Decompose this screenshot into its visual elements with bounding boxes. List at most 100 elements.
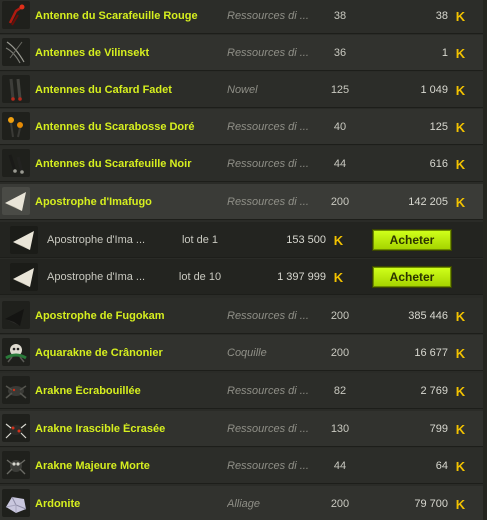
buy-button[interactable]: Acheter [373,267,451,287]
item-name[interactable]: Ardonite [35,498,225,510]
item-row[interactable]: Antennes du Cafard Fadet Nowel 125 1 049… [0,72,487,108]
item-level: 44 [333,460,347,472]
kama-icon: K [455,8,466,24]
item-category: Ressources di ... [227,10,309,22]
item-row[interactable]: Aquarakne de Crânonier Coquille 200 16 6… [0,335,487,371]
kama-icon: K [455,421,466,437]
item-price: 1 049 [420,84,448,96]
kama-icon: K [333,269,344,285]
kama-icon: K [455,308,466,324]
item-category: Alliage [227,498,261,510]
offer-price: 153 500 [286,234,326,246]
item-category: Ressources di ... [227,196,309,208]
item-price: 142 205 [408,196,448,208]
item-name[interactable]: Arakne Écrabouillée [35,385,225,397]
golden-antennae-icon [2,112,30,140]
item-name[interactable]: Arakne Majeure Morte [35,460,225,472]
item-row[interactable]: Apostrophe de Fugokam Ressources di ... … [0,298,487,334]
item-category: Ressources di ... [227,423,309,435]
skull-spider-icon [2,338,30,366]
kama-icon: K [455,383,466,399]
item-name[interactable]: Antenne du Scarafeuille Rouge [35,10,225,22]
red-antenna-icon [2,1,30,29]
item-level: 125 [330,84,350,96]
item-name[interactable]: Aquarakne de Crânonier [35,347,225,359]
item-category: Ressources di ... [227,121,309,133]
item-category: Ressources di ... [227,158,309,170]
item-category: Ressources di ... [227,310,309,322]
item-price: 64 [435,460,448,472]
item-list: Antenne du Scarafeuille Rouge Ressources… [0,0,487,520]
item-price: 1 [441,47,448,59]
item-price: 616 [429,158,448,170]
item-name[interactable]: Antennes du Cafard Fadet [35,84,225,96]
item-level: 200 [330,498,350,510]
item-level: 44 [333,158,347,170]
scrollbar[interactable] [483,0,487,520]
kama-icon: K [333,232,344,248]
item-level: 36 [333,47,347,59]
squashed-spider-icon [2,376,30,404]
item-row[interactable]: Arakne Écrabouillée Ressources di ... 82… [0,373,487,409]
item-price: 799 [429,423,448,435]
dead-spider-icon [2,451,30,479]
red-spider-icon [2,414,30,442]
item-category: Nowel [227,84,258,96]
offer-lot: lot de 10 [178,271,222,283]
offer-name: Apostrophe d'Ima ... [47,271,146,283]
item-price: 2 769 [420,385,448,397]
item-row[interactable]: Ardonite Alliage 200 79 700 K [0,486,487,520]
item-category: Ressources di ... [227,47,309,59]
cockroach-antennae-icon [2,75,30,103]
item-price: 79 700 [414,498,448,510]
kama-icon: K [455,82,466,98]
item-name[interactable]: Antennes du Scarabosse Doré [35,121,225,133]
item-row[interactable]: Antenne du Scarafeuille Rouge Ressources… [0,0,487,34]
thin-antennae-icon [2,38,30,66]
offer-row: Apostrophe d'Ima ... lot de 1 153 500 K … [0,222,487,258]
item-price: 125 [429,121,448,133]
item-row[interactable]: Arakne Majeure Morte Ressources di ... 4… [0,448,487,484]
item-row[interactable]: Arakne Irascible Écrasée Ressources di .… [0,411,487,447]
white-shard-icon [2,187,30,215]
item-category: Ressources di ... [227,460,309,472]
kama-icon: K [455,458,466,474]
item-price: 16 677 [414,347,448,359]
item-level: 40 [333,121,347,133]
item-name[interactable]: Arakne Irascible Écrasée [35,423,225,435]
item-row[interactable]: Antennes du Scarafeuille Noir Ressources… [0,146,487,182]
item-name[interactable]: Antennes du Scarafeuille Noir [35,158,225,170]
kama-icon: K [455,496,466,512]
item-level: 82 [333,385,347,397]
white-shard-icon [10,263,38,291]
item-level: 38 [333,10,347,22]
ore-icon [2,489,30,517]
item-level: 130 [330,423,350,435]
item-row[interactable]: Antennes du Scarabosse Doré Ressources d… [0,109,487,145]
black-antennae-icon [2,149,30,177]
kama-icon: K [455,45,466,61]
item-row[interactable]: Antennes de Vilinsekt Ressources di ... … [0,35,487,71]
white-shard-icon [10,226,38,254]
item-name[interactable]: Apostrophe d'Imafugo [35,196,225,208]
item-category: Ressources di ... [227,385,309,397]
dark-shard-icon [2,301,30,329]
item-category: Coquille [227,347,267,359]
kama-icon: K [455,156,466,172]
item-name[interactable]: Apostrophe de Fugokam [35,310,225,322]
item-level: 200 [330,196,350,208]
offer-name: Apostrophe d'Ima ... [47,234,146,246]
offer-lot: lot de 1 [181,234,219,246]
offer-price: 1 397 999 [277,271,326,283]
offer-row: Apostrophe d'Ima ... lot de 10 1 397 999… [0,259,487,295]
item-price: 38 [435,10,448,22]
buy-button[interactable]: Acheter [373,230,451,250]
item-level: 200 [330,310,350,322]
kama-icon: K [455,345,466,361]
item-name[interactable]: Antennes de Vilinsekt [35,47,225,59]
item-level: 200 [330,347,350,359]
item-row-selected[interactable]: Apostrophe d'Imafugo Ressources di ... 2… [0,184,487,220]
item-price: 385 446 [408,310,448,322]
kama-icon: K [455,194,466,210]
kama-icon: K [455,119,466,135]
